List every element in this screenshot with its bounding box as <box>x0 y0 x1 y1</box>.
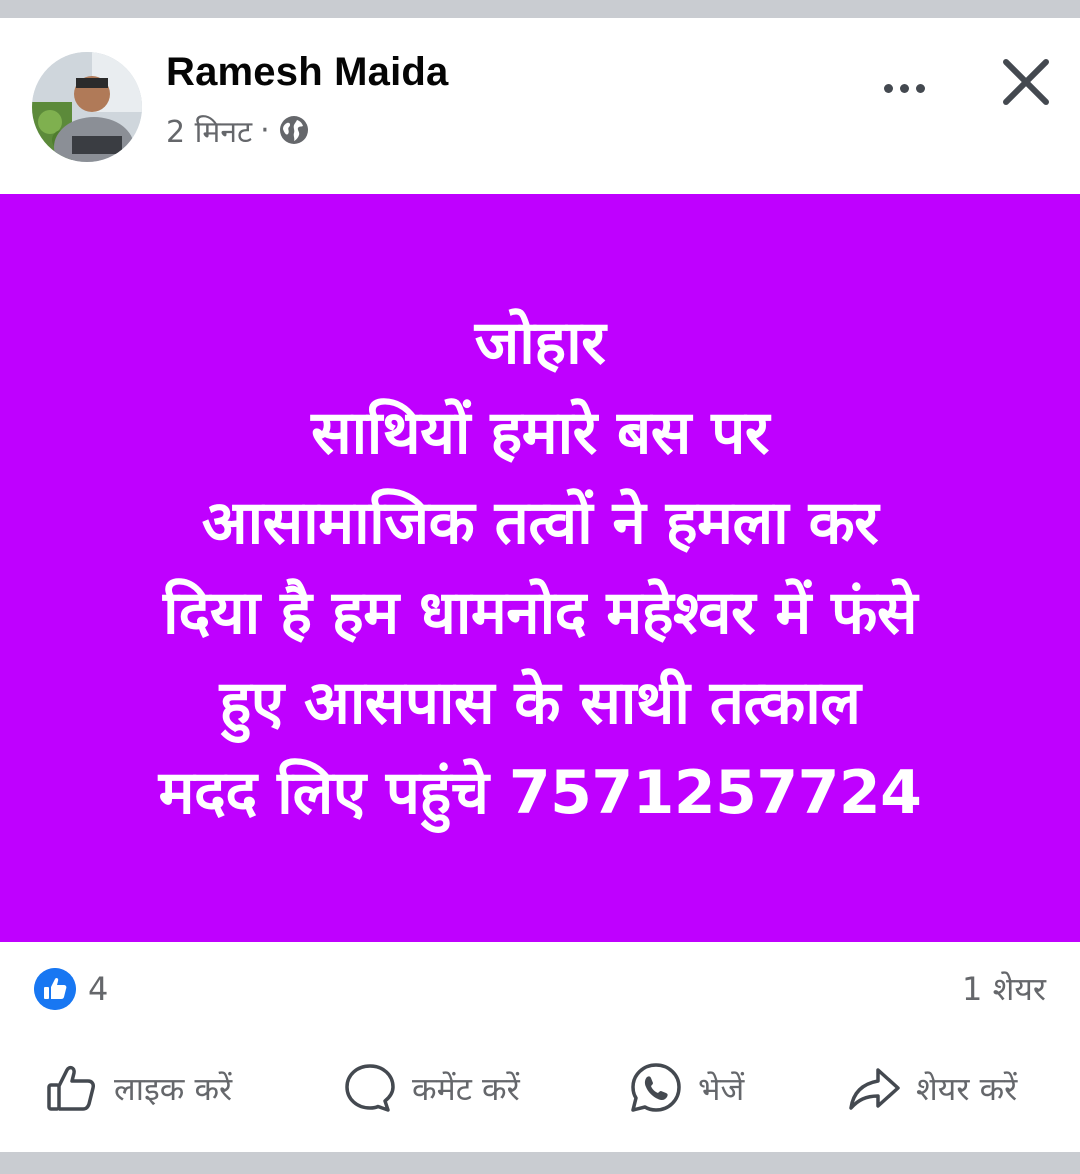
share-button[interactable]: शेयर करें <box>846 1048 1017 1128</box>
post-stats: 4 1 शेयर <box>0 958 1080 1028</box>
reaction-count[interactable]: 4 <box>88 968 108 1010</box>
author-name[interactable]: Ramesh Maida <box>166 50 449 95</box>
like-reaction-icon[interactable] <box>34 968 76 1010</box>
comment-icon <box>345 1064 395 1112</box>
share-count[interactable]: 1 शेयर <box>962 968 1046 1010</box>
post-text-line: जोहार <box>474 308 606 378</box>
like-button[interactable]: लाइक करें <box>44 1048 232 1128</box>
more-options-button[interactable] <box>868 52 940 124</box>
post-header: Ramesh Maida 2 मिनट · <box>0 18 1080 194</box>
globe-icon <box>279 116 308 144</box>
share-button-label: शेयर करें <box>916 1069 1018 1108</box>
top-divider <box>0 0 1080 8</box>
comment-button[interactable]: कमेंट करें <box>342 1048 520 1128</box>
like-button-label: लाइक करें <box>114 1069 233 1108</box>
bottom-divider <box>0 1152 1080 1174</box>
thumbs-up-icon <box>47 1065 95 1111</box>
post-text-line: मदद लिए पहुंचे 7571257724 <box>158 758 922 828</box>
post-text-line: साथियों हमारे बस पर <box>311 398 769 468</box>
post-text-background: जोहार साथियों हमारे बस पर आसामाजिक तत्वो… <box>0 194 1080 942</box>
post-text-line: दिया है हम धामनोद महेश्वर में फंसे <box>162 578 918 648</box>
post-text-line: हुए आसपास के साथी तत्काल <box>219 668 861 738</box>
post-timestamp[interactable]: 2 मिनट <box>166 110 252 151</box>
post-actions-bar: लाइक करें कमेंट करें भेजें शेयर करें <box>0 1048 1080 1128</box>
send-button-label: भेजें <box>698 1069 745 1108</box>
meta-separator: · <box>260 112 270 148</box>
send-whatsapp-button[interactable]: भेजें <box>628 1048 744 1128</box>
author-avatar[interactable] <box>32 52 142 162</box>
close-icon[interactable] <box>994 50 1058 114</box>
comment-button-label: कमेंट करें <box>412 1069 520 1108</box>
post-card: Ramesh Maida 2 मिनट · जोहार साथियों हमार… <box>0 18 1080 1152</box>
post-meta: 2 मिनट · <box>166 110 310 150</box>
share-arrow-icon <box>849 1068 900 1110</box>
whatsapp-icon <box>631 1063 681 1112</box>
more-horizontal-icon <box>883 83 893 93</box>
post-text-line: आसामाजिक तत्वों ने हमला कर <box>201 488 879 558</box>
